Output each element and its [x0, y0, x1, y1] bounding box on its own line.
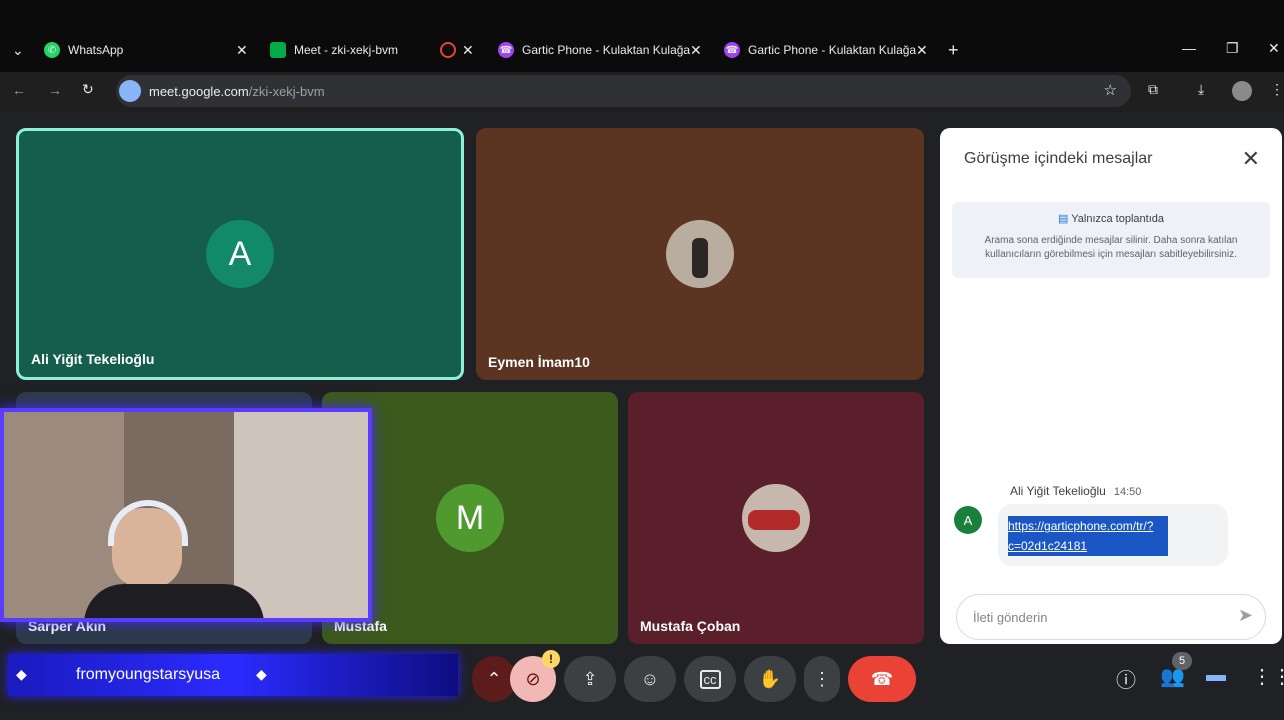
tab-recording[interactable]: ✕ — [440, 36, 480, 64]
chevron-up-icon: ⌃ — [486, 668, 502, 689]
bookmark-star-icon[interactable]: ☆ — [1104, 81, 1117, 99]
tab-title: Meet - zki-xekj-bvm — [294, 43, 399, 57]
download-icon[interactable]: ⤓ — [1198, 81, 1204, 98]
notice-title: Yalnızca toplantıda — [1071, 213, 1164, 225]
participant-name: Ali Yiğit Tekelioğlu — [31, 351, 155, 367]
browser-tab-bar: ⌄ ✆ WhatsApp ✕ Meet - zki-xekj-bvm ✕ ☎ G… — [0, 0, 1284, 72]
site-info-icon[interactable] — [119, 80, 141, 102]
tab-search-chevron-icon[interactable]: ⌄ — [12, 42, 24, 59]
chat-notice: ▤ Yalnızca toplantıda Arama sona erdiğin… — [952, 202, 1270, 278]
present-screen-icon: ⇪ — [582, 668, 598, 689]
url-host: meet.google.com — [149, 83, 249, 99]
stream-name-banner: ◆ fromyoungstarsyusa ◆ — [8, 654, 458, 696]
message-time: 14:50 — [1113, 486, 1142, 498]
more-vert-icon: ⋮ — [813, 668, 831, 689]
message-input-placeholder: İleti gönderin — [973, 610, 1048, 625]
new-tab-icon[interactable]: + — [948, 40, 959, 61]
restore-icon[interactable]: ❐ — [1226, 40, 1239, 57]
omnibox[interactable]: meet.google.com/zki-xekj-bvm ☆ — [116, 75, 1131, 107]
back-icon[interactable]: ← — [12, 82, 26, 98]
close-window-icon[interactable]: ✕ — [1268, 40, 1280, 57]
diamond-icon: ◆ — [16, 666, 27, 682]
tab-title: Gartic Phone - Kulaktan Kulağa — [748, 43, 917, 57]
present-button[interactable]: ⇪ — [564, 656, 616, 702]
diamond-icon: ◆ — [256, 666, 267, 682]
browser-menu-icon[interactable]: ⋮ — [1270, 81, 1284, 98]
tab-title: Gartic Phone - Kulaktan Kulağa — [522, 43, 691, 57]
message-meta: Ali Yiğit Tekelioğlu 14:50 — [1010, 484, 1141, 498]
meet-icon — [270, 42, 286, 58]
hang-up-icon: ☎ — [870, 668, 894, 689]
captions-icon: cc — [699, 669, 721, 689]
captions-button[interactable]: cc — [684, 656, 736, 702]
close-tab-icon[interactable]: ✕ — [462, 42, 474, 59]
avatar — [742, 484, 810, 552]
raise-hand-button[interactable]: ✋ — [744, 656, 796, 702]
notice-body: Arama sona erdiğinde mesajlar silinir. D… — [984, 235, 1238, 260]
curtain — [234, 412, 368, 618]
message-link[interactable]: https://garticphone.com/tr/?c=02d1c24181 — [1008, 516, 1168, 556]
close-tab-icon[interactable]: ✕ — [236, 42, 248, 59]
participant-tile[interactable]: A Ali Yiğit Tekelioğlu — [16, 128, 464, 380]
meeting-info-icon[interactable]: ⓘ — [1116, 664, 1136, 693]
activities-grid-icon[interactable]: ⋮⋮ — [1252, 664, 1284, 689]
close-icon[interactable]: ✕ — [1242, 146, 1260, 172]
more-options-button[interactable]: ⋮ — [804, 656, 840, 702]
participant-name: Eymen İmam10 — [488, 354, 590, 370]
emoji-icon: ☺ — [640, 668, 660, 689]
people-count-badge: 5 — [1172, 652, 1192, 670]
tab-gartic-phone-1[interactable]: ☎ Gartic Phone - Kulaktan Kulağa ✕ — [498, 36, 708, 64]
participant-tile[interactable]: Mustafa Çoban — [628, 392, 924, 644]
message-sender: Ali Yiğit Tekelioğlu — [1010, 484, 1106, 498]
streamer-shirt — [84, 584, 264, 618]
url-path: /zki-xekj-bvm — [248, 83, 325, 99]
avatar — [666, 220, 734, 288]
tab-gartic-phone-2[interactable]: ☎ Gartic Phone - Kulaktan Kulağa ✕ — [724, 36, 934, 64]
profile-avatar[interactable] — [1232, 81, 1252, 101]
warning-badge-icon: ! — [542, 650, 560, 668]
camera-off-icon: ⊘ — [525, 668, 541, 689]
close-tab-icon[interactable]: ✕ — [916, 42, 928, 59]
avatar: M — [436, 484, 504, 552]
hand-icon: ✋ — [758, 668, 782, 689]
gartic-phone-icon: ☎ — [498, 42, 514, 58]
participant-name: Mustafa Çoban — [640, 618, 741, 634]
tab-title: WhatsApp — [68, 43, 124, 57]
chat-panel-title: Görüşme içindeki mesajlar — [964, 150, 1153, 167]
message-bubble: https://garticphone.com/tr/?c=02d1c24181 — [998, 504, 1228, 566]
participant-tile[interactable]: Eymen İmam10 — [476, 128, 924, 380]
avatar: A — [206, 220, 274, 288]
webcam-overlay — [0, 408, 372, 622]
forward-icon[interactable]: → — [48, 82, 62, 98]
chat-icon[interactable]: ▬ — [1206, 664, 1226, 687]
message-input[interactable]: İleti gönderin ➤ — [956, 594, 1266, 640]
reload-icon[interactable]: ↻ — [82, 81, 94, 98]
tab-whatsapp[interactable]: ✆ WhatsApp ✕ — [44, 36, 254, 64]
sender-avatar: A — [954, 506, 982, 534]
camera-toggle-button[interactable]: ⊘ ! — [510, 650, 560, 702]
stream-name: fromyoungstarsyusa — [76, 666, 221, 683]
leave-call-button[interactable]: ☎ — [848, 656, 916, 702]
recording-icon — [440, 42, 456, 58]
send-icon[interactable]: ➤ — [1238, 605, 1253, 626]
reactions-button[interactable]: ☺ — [624, 656, 676, 702]
close-tab-icon[interactable]: ✕ — [690, 42, 702, 59]
gartic-phone-icon: ☎ — [724, 42, 740, 58]
address-bar-row: ← → ↻ meet.google.com/zki-xekj-bvm ☆ ⧉ ⤓… — [0, 72, 1284, 112]
extensions-icon[interactable]: ⧉ — [1148, 81, 1158, 98]
chat-panel: Görüşme içindeki mesajlar ✕ ▤ Yalnızca t… — [940, 128, 1282, 644]
whatsapp-icon: ✆ — [44, 42, 60, 58]
message-icon: ▤ — [1057, 213, 1072, 225]
minimize-icon[interactable]: — — [1182, 40, 1196, 56]
